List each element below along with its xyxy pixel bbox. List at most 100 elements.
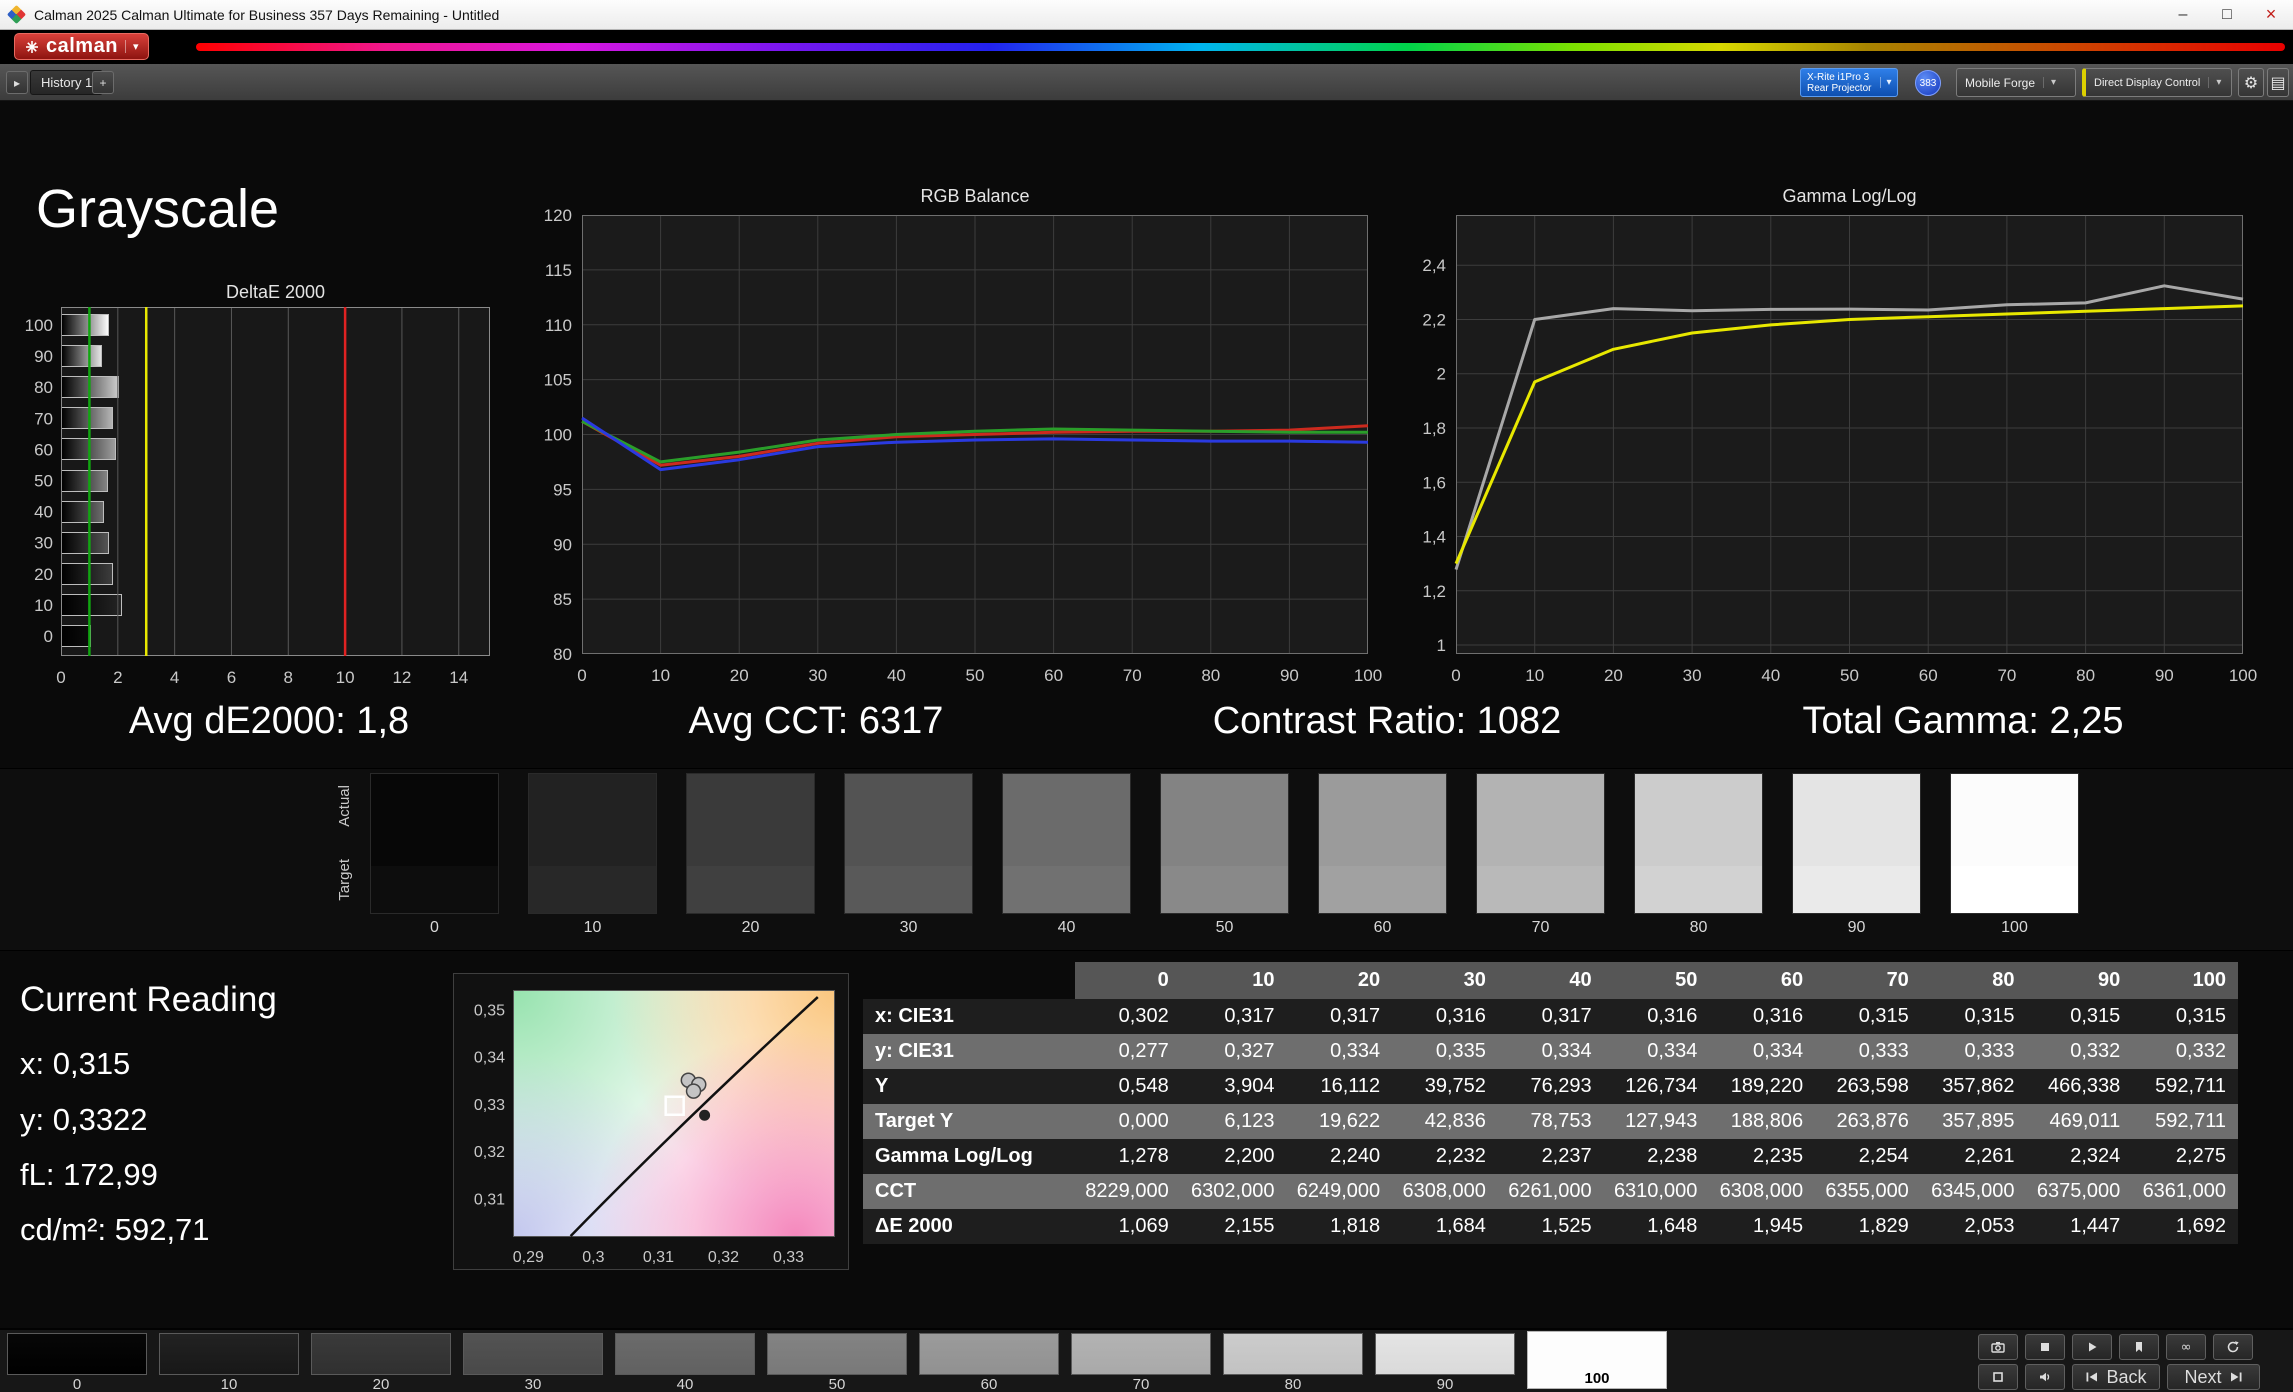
grayscale-patch-20[interactable]	[311, 1333, 451, 1375]
grayscale-patch-40[interactable]	[615, 1333, 755, 1375]
bookmark-icon	[2136, 1342, 2142, 1352]
table-cell: 1,692	[2175, 1215, 2226, 1237]
table-cell: 39,752	[1424, 1075, 1486, 1097]
swatch-actual	[529, 774, 656, 866]
grayscale-patch-60[interactable]	[919, 1333, 1059, 1375]
calman-menu-button[interactable]: calman ▾	[14, 33, 150, 60]
table-cell: 6345,000	[1931, 1180, 2015, 1202]
rgb-balance-chart: 0 10 20 30 40 50 60 70 80 90 100 80 85 90 95 100 105 110 1…	[544, 206, 1383, 685]
maximize-button[interactable]: □	[2205, 0, 2249, 29]
add-history-button[interactable]: +	[92, 71, 114, 94]
total-gamma-summary: Total Gamma: 2,25	[1802, 700, 2124, 742]
next-button[interactable]: Next	[2167, 1364, 2260, 1390]
patch-level-label: 30	[524, 1376, 542, 1392]
table-column-header: 40	[1497, 962, 1604, 999]
table-cell: 42,836	[1424, 1110, 1486, 1132]
svg-text:0,32: 0,32	[474, 1144, 505, 1161]
svg-text:85: 85	[553, 590, 572, 609]
history-expand-button[interactable]: ▸	[6, 71, 28, 94]
grayscale-patch-30[interactable]	[463, 1333, 603, 1375]
table-cell: 0,333	[1964, 1040, 2015, 1062]
table-column-header: 90	[2026, 962, 2133, 999]
flag-button[interactable]	[2119, 1334, 2159, 1360]
table-cell: 2,235	[1753, 1145, 1804, 1167]
swatch-level-label: 80	[1689, 919, 1708, 936]
svg-text:40: 40	[887, 666, 906, 685]
grayscale-patch-80[interactable]	[1223, 1333, 1363, 1375]
stop-pattern-button[interactable]	[1978, 1364, 2018, 1390]
layout-button[interactable]: ▤	[2267, 68, 2289, 97]
table-cell: 1,945	[1753, 1215, 1804, 1237]
source-select-button[interactable]: Mobile Forge ▾	[1956, 68, 2076, 97]
read-button[interactable]	[1978, 1334, 2018, 1360]
svg-text:70: 70	[34, 409, 53, 428]
table-row-label: Target Y	[875, 1110, 954, 1132]
swatch-level-label: 20	[741, 919, 760, 936]
table-cell: 0,334	[1753, 1040, 1804, 1062]
grayscale-patch-50[interactable]	[767, 1333, 907, 1375]
source-label: Mobile Forge	[1965, 75, 2036, 90]
svg-text:30: 30	[1683, 666, 1702, 685]
table-cell: 1,525	[1541, 1215, 1592, 1237]
loop-button[interactable]: ∞	[2166, 1334, 2206, 1360]
table-cell: 6249,000	[1296, 1180, 1381, 1202]
table-cell: 127,943	[1625, 1110, 1698, 1132]
refresh-button[interactable]	[2213, 1334, 2253, 1360]
window-title: Calman 2025 Calman Ultimate for Business…	[34, 6, 500, 23]
stop-read-button[interactable]	[2025, 1334, 2065, 1360]
svg-text:100: 100	[1354, 666, 1382, 685]
swatch-0	[370, 773, 499, 914]
table-cell: 0,302	[1118, 1005, 1169, 1027]
patch-level-label: 70	[1132, 1376, 1150, 1392]
chevron-down-icon[interactable]: ▾	[1880, 77, 1897, 88]
table-cell: 0,335	[1435, 1040, 1486, 1062]
gamma-chart-title: Gamma Log/Log	[1782, 186, 1917, 206]
svg-text:2: 2	[113, 668, 122, 687]
display-control-button[interactable]: Direct Display Control ▾	[2082, 68, 2232, 97]
table-cell: 592,711	[2155, 1075, 2226, 1097]
calman-logo-text: calman	[46, 35, 118, 57]
swatch-actual	[687, 774, 814, 866]
window-titlebar: Calman 2025 Calman Ultimate for Business…	[0, 0, 2293, 30]
reading-dot	[699, 1109, 711, 1121]
table-cell: 2,232	[1435, 1145, 1486, 1167]
svg-text:100: 100	[2229, 666, 2257, 685]
table-cell: 16,112	[1320, 1075, 1381, 1097]
table-cell: 6310,000	[1613, 1180, 1698, 1202]
minimize-button[interactable]: –	[2161, 0, 2205, 29]
gridlines-and-ticks: 0 2 4 6 8 10 12 141009080706050403020100	[25, 307, 468, 687]
table-row-label: CCT	[875, 1180, 917, 1202]
table-cell: 0,334	[1330, 1040, 1381, 1062]
grayscale-patch-10[interactable]	[159, 1333, 299, 1375]
swatch-actual	[371, 774, 498, 866]
grayscale-patch-0[interactable]	[7, 1333, 147, 1375]
svg-text:30: 30	[34, 534, 53, 553]
back-button[interactable]: Back	[2072, 1364, 2160, 1390]
table-row: CCT 8229,000 6302,000 6249,000 6308,000 6261,…	[863, 1174, 2238, 1209]
stop-icon	[2041, 1343, 2049, 1351]
svg-text:10: 10	[336, 668, 355, 687]
continuous-read-button[interactable]	[2072, 1334, 2112, 1360]
svg-text:10: 10	[1525, 666, 1544, 685]
svg-text:105: 105	[544, 371, 572, 390]
svg-text:10: 10	[34, 596, 53, 615]
svg-text:0,35: 0,35	[474, 1002, 505, 1019]
table-cell: 357,862	[1942, 1075, 2015, 1097]
settings-button[interactable]: ⚙	[2238, 68, 2264, 97]
swatch-target	[687, 866, 814, 913]
swatch-level-label: 10	[583, 919, 602, 936]
grayscale-patch-70[interactable]	[1071, 1333, 1211, 1375]
table-row: x: CIE31 0,302 0,317 0,317 0,316 0,317 0,316 0,…	[863, 999, 2238, 1034]
grayscale-patch-90[interactable]	[1375, 1333, 1515, 1375]
patch-level-label: 100	[1584, 1370, 1610, 1387]
sound-button[interactable]	[2025, 1364, 2065, 1390]
swatch-target	[1003, 866, 1130, 913]
swatch-level-label: 40	[1057, 919, 1076, 936]
svg-text:4: 4	[170, 668, 179, 687]
table-row: Target Y 0,000 6,123 19,622 42,836 78,753 127,…	[863, 1104, 2238, 1139]
swatch-50	[1160, 773, 1289, 914]
table-column-header: 10	[1180, 962, 1287, 999]
close-button[interactable]: ×	[2249, 0, 2293, 29]
meter-select-button[interactable]: X-Rite i1Pro 3 Rear Projector ▾	[1800, 68, 1898, 97]
patch-level-label: 60	[980, 1376, 998, 1392]
